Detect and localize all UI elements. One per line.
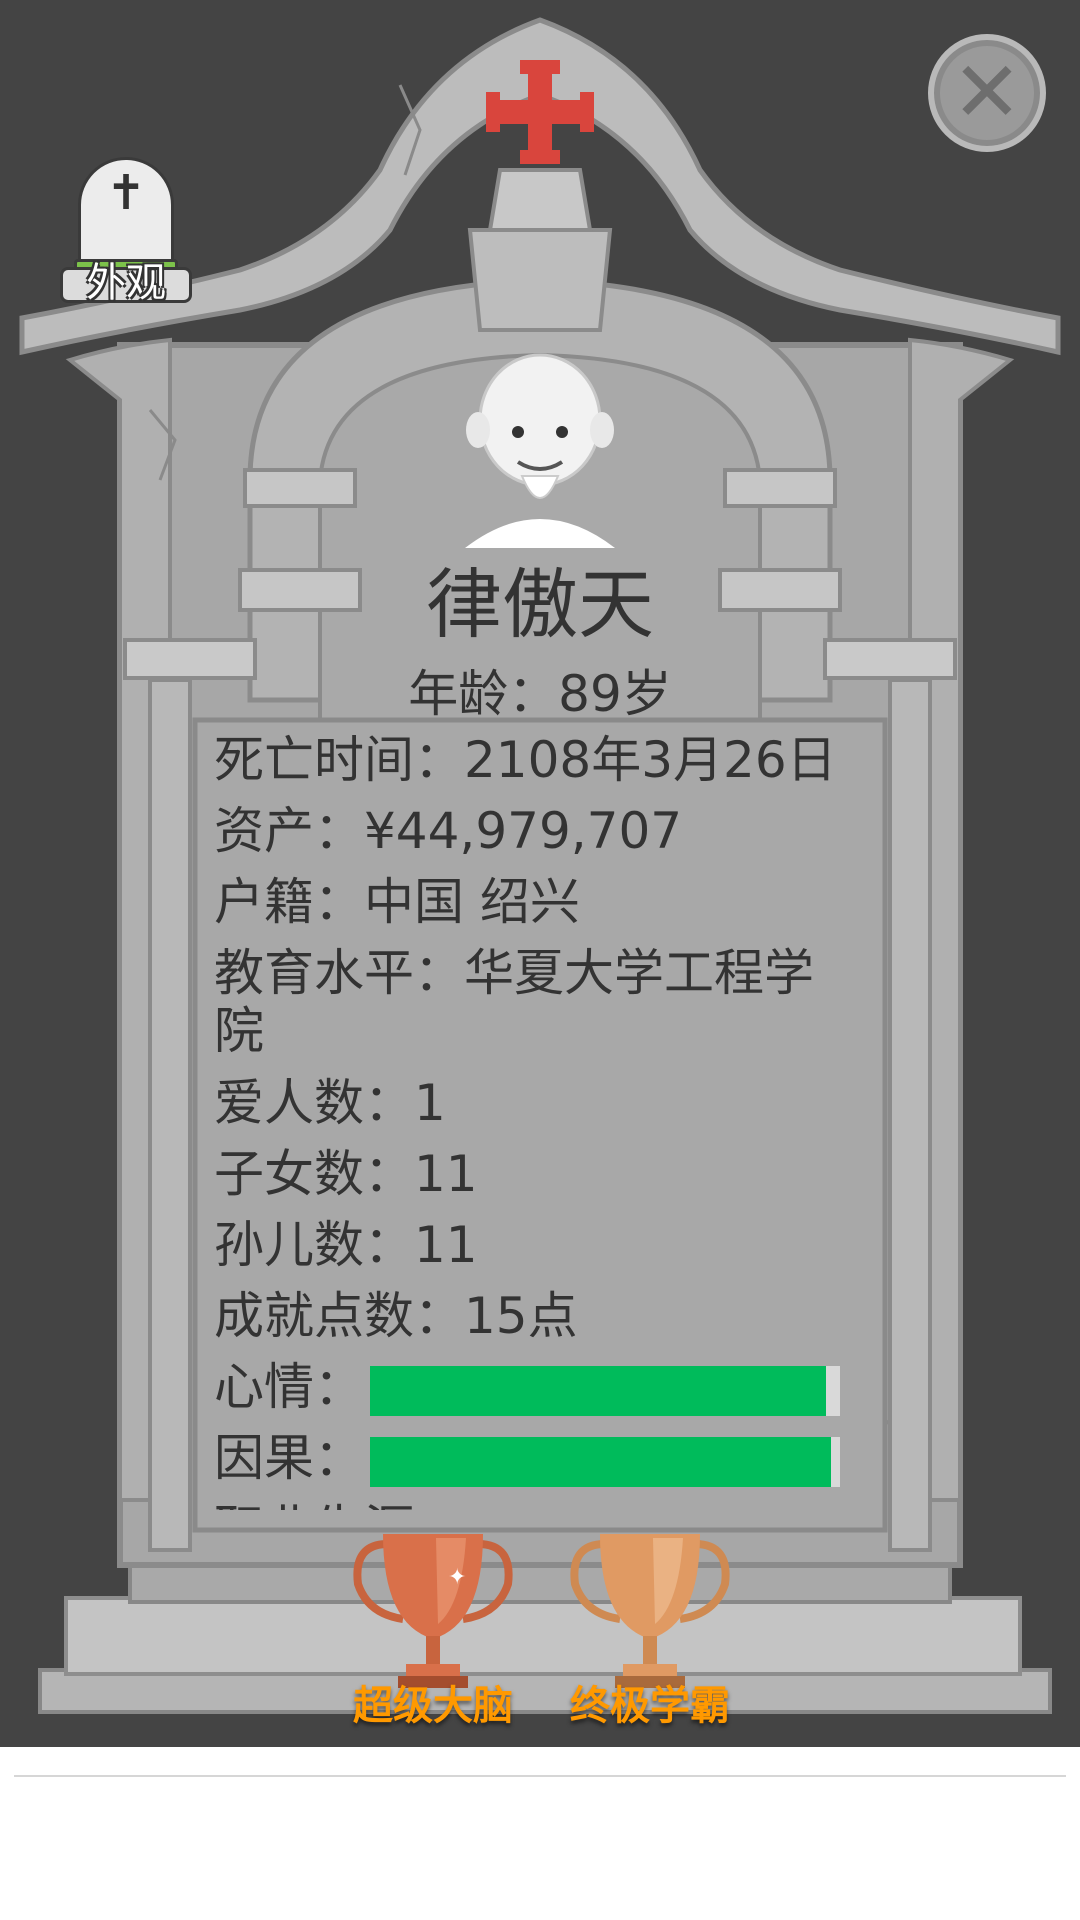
karma-row: 因果：: [214, 1423, 854, 1494]
deceased-name: 律傲天: [426, 560, 654, 649]
career-row: 职业生涯: [214, 1494, 854, 1510]
karma-label: 因果：: [214, 1429, 364, 1487]
life-summary-list[interactable]: 死亡时间：2108年3月26日 资产：¥44,979,707 户籍：中国 绍兴 …: [214, 725, 854, 1510]
divider: [14, 1775, 1066, 1777]
appearance-label: 外观: [86, 260, 166, 306]
achievement-super-brain[interactable]: ✦ 超级大脑: [348, 1524, 518, 1734]
mood-label: 心情：: [214, 1358, 364, 1416]
svg-text:✦: ✦: [448, 1565, 466, 1590]
trophy-icon: [570, 1534, 730, 1688]
trophy-icon: ✦: [353, 1534, 513, 1688]
household-registration: 户籍：中国 绍兴: [214, 873, 580, 931]
achievement-label: 超级大脑: [353, 1683, 513, 1729]
spouse-count: 爱人数：1: [214, 1074, 446, 1132]
assets: 资产：¥44,979,707: [214, 802, 683, 860]
close-button[interactable]: ✕: [928, 34, 1046, 152]
death-date: 死亡时间：2108年3月26日: [214, 731, 837, 789]
age-line: 年龄：89岁: [408, 665, 672, 723]
achievement-label: 终极学霸: [570, 1683, 730, 1729]
bottom-blank-area: [0, 1747, 1080, 1920]
close-icon: ✕: [951, 43, 1023, 141]
tombstone-screen: ✝ 外观 ✕ 律傲天 年龄：89岁 死亡时间：2108年3月26日 资产：¥44…: [0, 0, 1080, 1747]
karma-bar-fill: [370, 1437, 831, 1487]
achievement-ultimate-scholar[interactable]: 终极学霸: [565, 1524, 735, 1734]
achievement-points: 成就点数：15点: [214, 1287, 578, 1345]
karma-bar: [370, 1437, 840, 1487]
cross-tombstone-icon: ✝: [105, 165, 147, 221]
grandchildren-count: 孙儿数：11: [214, 1216, 478, 1274]
mood-row: 心情：: [214, 1352, 854, 1423]
education-level: 教育水平：华夏大学工程学院: [214, 944, 814, 1060]
children-count: 子女数：11: [214, 1145, 478, 1203]
appearance-button[interactable]: ✝ 外观: [58, 155, 194, 310]
mood-bar-fill: [370, 1366, 826, 1416]
mood-bar: [370, 1366, 840, 1416]
